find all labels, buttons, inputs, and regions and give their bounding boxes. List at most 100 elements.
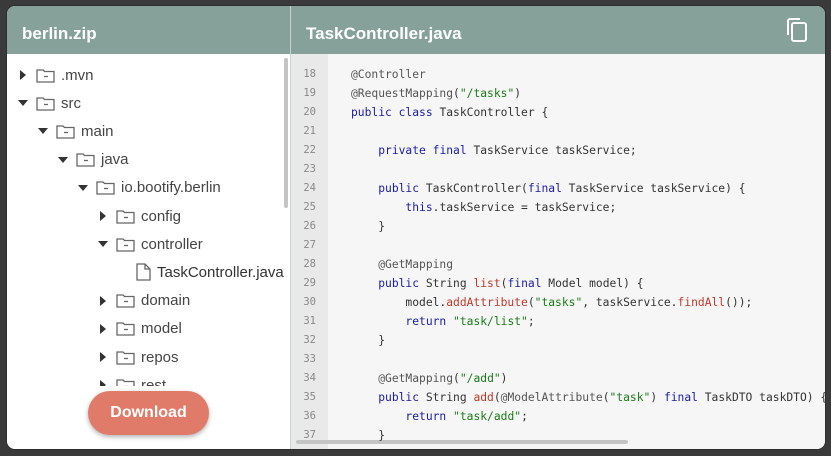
line-number: 31 <box>303 315 316 327</box>
folder-icon <box>76 152 95 167</box>
caret-right-icon[interactable] <box>94 351 112 363</box>
line-number: 21 <box>303 125 316 137</box>
tree-folder-item[interactable]: model <box>94 315 182 343</box>
line-number: 24 <box>303 182 316 194</box>
tree-folder-item[interactable]: config <box>94 202 181 230</box>
folder-icon <box>56 124 75 139</box>
line-number: 18 <box>303 68 316 80</box>
code-text: } <box>351 429 386 442</box>
line-number: 33 <box>303 353 316 365</box>
folder-icon <box>116 209 135 224</box>
line-number: 26 <box>303 220 316 232</box>
code-text: } <box>351 334 386 347</box>
tree-folder-item[interactable]: .mvn <box>14 61 94 89</box>
folder-icon <box>116 293 135 308</box>
code-line: 30 model.addAttribute("tasks", taskServi… <box>291 293 825 312</box>
code-line: 33 <box>291 350 825 369</box>
caret-right-icon[interactable] <box>94 295 112 307</box>
code-text: @GetMapping("/add") <box>378 372 508 385</box>
folder-icon <box>116 350 135 365</box>
download-modal: berlin.zip TaskController.java .mvn src ma… <box>7 6 825 449</box>
caret-right-icon[interactable] <box>94 210 112 222</box>
tree-item-label: repos <box>141 348 179 366</box>
caret-down-icon[interactable] <box>14 99 32 107</box>
tree-folder-item[interactable]: domain <box>94 287 190 315</box>
file-icon <box>136 263 151 282</box>
tree-folder-item[interactable]: main <box>34 117 114 145</box>
code-line: 21 <box>291 122 825 141</box>
code-line: 23 <box>291 160 825 179</box>
folder-icon <box>36 96 55 111</box>
tree-folder-item[interactable]: repos <box>94 343 179 371</box>
line-number: 28 <box>303 258 316 270</box>
folder-icon <box>96 180 115 195</box>
copy-icon[interactable] <box>783 15 811 45</box>
code-line: 29 public String list(final Model model)… <box>291 274 825 293</box>
code-text: @Controller <box>351 68 426 81</box>
code-text: private final TaskService taskService; <box>378 144 637 157</box>
caret-down-icon[interactable] <box>54 156 72 164</box>
file-tree: .mvn src main java io.bootify.berlin config co… <box>7 54 290 386</box>
download-button[interactable]: Download <box>88 391 209 435</box>
caret-down-icon[interactable] <box>94 240 112 248</box>
caret-down-icon[interactable] <box>74 184 92 192</box>
code-line: 32 } <box>291 331 825 350</box>
code-text: model.addAttribute("tasks", taskService.… <box>351 296 753 309</box>
code-line: 37 } <box>291 426 825 445</box>
code-line: 27 <box>291 236 825 255</box>
tree-folder-item[interactable]: src <box>14 89 81 117</box>
caret-down-icon[interactable] <box>34 127 52 135</box>
code-text: public class TaskController { <box>351 106 549 119</box>
tree-item-label: src <box>61 94 81 112</box>
tree-folder-item[interactable]: controller <box>94 230 203 258</box>
caret-right-icon[interactable] <box>94 379 112 386</box>
line-number: 23 <box>303 163 316 175</box>
caret-right-icon[interactable] <box>94 323 112 335</box>
line-number: 27 <box>303 239 316 251</box>
tree-folder-item[interactable]: io.bootify.berlin <box>74 174 221 202</box>
code-text: public TaskController(final TaskService … <box>378 182 746 195</box>
panel-divider <box>290 6 291 449</box>
code-line: 34 @GetMapping("/add") <box>291 369 825 388</box>
code-line: 35 public String add(@ModelAttribute("ta… <box>291 388 825 407</box>
line-number: 29 <box>303 277 316 289</box>
tree-item-label: .mvn <box>61 66 94 84</box>
tree-item-label: config <box>141 207 182 225</box>
code-text: } <box>351 220 386 233</box>
tree-item-label: domain <box>141 292 191 310</box>
line-number: 32 <box>303 334 316 346</box>
code-text: return "task/add"; <box>405 410 528 423</box>
line-number: 35 <box>303 391 316 403</box>
line-number: 19 <box>303 87 316 99</box>
code-text: return "task/list"; <box>405 315 535 328</box>
tree-file-item[interactable]: TaskController.java <box>114 258 284 286</box>
line-number: 20 <box>303 106 316 118</box>
code-line: 19 @RequestMapping("/tasks") <box>291 84 825 103</box>
tree-item-label: controller <box>141 235 203 253</box>
code-text: this.taskService = taskService; <box>405 201 617 214</box>
code-line: 36 return "task/add"; <box>291 407 825 426</box>
folder-icon <box>116 321 135 336</box>
code-line: 20 public class TaskController { <box>291 103 825 122</box>
tree-item-label: java <box>101 151 129 169</box>
code-text: public String list(final Model model) { <box>378 277 644 290</box>
code-text: @GetMapping <box>378 258 454 271</box>
line-number: 34 <box>303 372 316 384</box>
code-line: 22 private final TaskService taskService… <box>291 141 825 160</box>
tree-item-label: model <box>141 320 182 338</box>
project-title: berlin.zip <box>7 6 290 54</box>
line-number: 22 <box>303 144 316 156</box>
line-number: 37 <box>303 429 316 441</box>
folder-icon <box>116 378 135 386</box>
tree-item-label: main <box>81 122 114 140</box>
tree-folder-item[interactable]: java <box>54 146 129 174</box>
code-line: 31 return "task/list"; <box>291 312 825 331</box>
code-line: 28 @GetMapping <box>291 255 825 274</box>
tree-item-label: rest <box>141 376 167 386</box>
caret-right-icon[interactable] <box>14 69 32 81</box>
code-line: 18 @Controller <box>291 65 825 84</box>
line-number: 36 <box>303 410 316 422</box>
tree-item-label: TaskController.java <box>157 263 284 281</box>
tree-folder-item[interactable]: rest <box>94 371 166 386</box>
tree-scrollbar[interactable] <box>284 58 288 208</box>
